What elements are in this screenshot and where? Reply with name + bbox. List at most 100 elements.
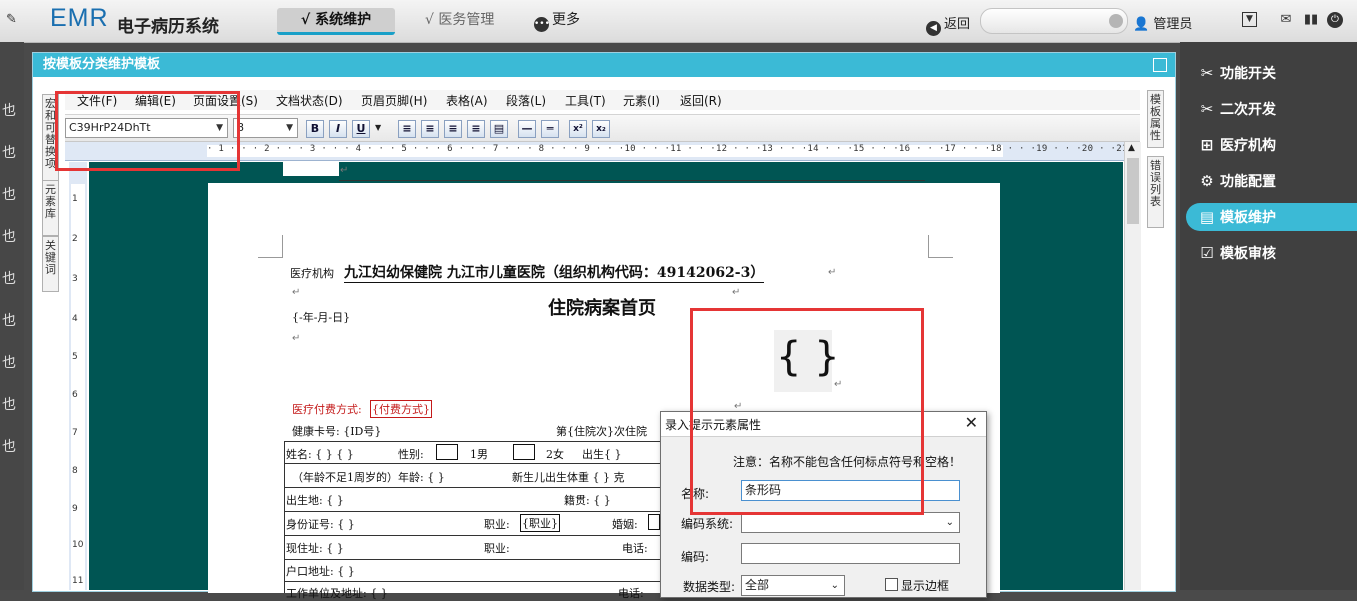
vertical-scrollbar[interactable]: ▲ [1124, 142, 1141, 590]
maximize-icon[interactable] [1153, 58, 1167, 72]
table-cell: 1男 [470, 448, 488, 461]
vruler-tick: 10 [72, 540, 84, 550]
table-cell[interactable]: 出生{ } [582, 446, 622, 462]
italic-button[interactable]: I [329, 120, 347, 138]
left-nav-char[interactable]: 也 [2, 184, 16, 204]
left-nav-char[interactable]: 也 [2, 226, 16, 246]
gender-field[interactable] [436, 444, 458, 460]
left-nav-char[interactable]: 也 [2, 310, 16, 330]
menu-paragraph[interactable]: 段落(L) [506, 92, 546, 109]
tab-element-library[interactable]: 元素库 [42, 180, 59, 236]
pin-icon[interactable]: ✎ [6, 12, 17, 27]
mail-icon[interactable]: ✉ [1278, 12, 1294, 28]
menu-tools[interactable]: 工具(T) [565, 92, 606, 109]
paragraph-mark: ↵ [292, 287, 301, 298]
paragraph-mark: ↵ [732, 287, 741, 298]
nav-template-maintenance[interactable]: ▤ 模板维护 [1186, 203, 1357, 231]
left-nav-char[interactable]: 也 [2, 436, 16, 456]
nav-feature-config[interactable]: ⚙ 功能配置 [1196, 167, 1276, 195]
table-cell[interactable]: 身份证号: { } [286, 516, 355, 532]
tab-template-properties[interactable]: 模板属性 [1147, 90, 1164, 148]
back-button[interactable]: ◀ 返回 [926, 13, 970, 36]
nav-medical-management[interactable]: √ 医务管理 [413, 8, 506, 32]
scroll-up-icon[interactable]: ▲ [1128, 143, 1135, 153]
top-search-input[interactable] [980, 8, 1128, 34]
menu-return[interactable]: 返回(R) [680, 92, 722, 109]
data-type-select[interactable]: 全部 ⌄ [741, 575, 845, 596]
date-field[interactable]: {-年-月-日} [292, 309, 350, 325]
scroll-thumb[interactable] [1127, 158, 1139, 224]
pay-method-field[interactable]: {付费方式} [370, 400, 432, 418]
menu-header-footer[interactable]: 页眉页脚(H) [361, 92, 427, 109]
vruler-tick: 3 [72, 274, 78, 284]
paragraph-spacing-icon[interactable]: ═ [541, 120, 559, 138]
left-collapsed-nav: 也 也 也 也 也 也 也 也 也 [0, 42, 24, 590]
menu-table[interactable]: 表格(A) [446, 92, 488, 109]
left-nav-char[interactable]: 也 [2, 268, 16, 288]
underline-options-icon[interactable]: ▼ [375, 123, 381, 132]
left-nav-char[interactable]: 也 [2, 352, 16, 372]
vertical-ruler[interactable]: 1 2 3 4 5 6 7 8 9 10 11 [69, 162, 87, 590]
subscript-button[interactable]: x₂ [592, 120, 610, 138]
bars-icon[interactable]: ▮▮ [1303, 12, 1319, 28]
bold-button[interactable]: B [306, 120, 324, 138]
nav-system-maintenance[interactable]: √ 系统维护 [277, 8, 395, 35]
vruler-tick: 5 [72, 352, 78, 362]
vruler-tick: 1 [72, 194, 78, 204]
align-justify-icon[interactable]: ≡ [467, 120, 485, 138]
tab-keywords[interactable]: 关键词 [42, 236, 59, 292]
health-card-field[interactable]: 健康卡号: {ID号} [292, 423, 381, 439]
nav-template-review[interactable]: ☑ 模板审核 [1196, 239, 1276, 267]
nav-more[interactable]: ••• 更多 [522, 8, 592, 32]
pay-method-label: 医疗付费方式: [292, 403, 362, 416]
tab-error-list[interactable]: 错误列表 [1147, 156, 1164, 228]
table-cell: 电话: [618, 587, 644, 600]
table-cell[interactable]: 籍贯: { } [564, 492, 611, 508]
table-cell[interactable]: 新生儿出生体重 { } 克 [512, 469, 625, 485]
align-right-icon[interactable]: ≡ [444, 120, 462, 138]
table-cell[interactable]: 户口地址: { } [286, 563, 355, 579]
vruler-tick: 4 [72, 314, 78, 324]
user-menu[interactable]: 👤 管理员 [1133, 13, 1192, 32]
occupation-field[interactable]: {职业} [520, 514, 560, 532]
table-cell[interactable]: 工作单位及地址: { } [286, 585, 388, 601]
gender-field[interactable] [513, 444, 535, 460]
left-nav-char[interactable]: 也 [2, 142, 16, 162]
table-cell[interactable]: 出生地: { } [286, 492, 344, 508]
table-cell[interactable]: 姓名: { } { } [286, 446, 354, 462]
superscript-button[interactable]: x² [569, 120, 587, 138]
line-spacing-icon[interactable]: — [518, 120, 536, 138]
power-icon[interactable]: ⏻ [1327, 12, 1343, 28]
org-name: 九江妇幼保健院 九江市儿童医院（组织机构代码：49142062-3） [344, 262, 765, 283]
table-cell[interactable]: 现住址: { } [286, 540, 344, 556]
highlight-box-barcode [690, 308, 924, 515]
chevron-down-icon: ▼ [286, 123, 293, 133]
margin-corner-mark [928, 235, 953, 258]
code-input[interactable] [741, 543, 960, 564]
vruler-tick: 9 [72, 504, 78, 514]
nav-medical-institution[interactable]: ⊞ 医疗机构 [1196, 131, 1276, 159]
underline-button[interactable]: U [352, 120, 370, 138]
font-size-select[interactable]: 8 ▼ [233, 118, 298, 138]
menu-element[interactable]: 元素(I) [623, 92, 660, 109]
show-border-label: 显示边框 [901, 579, 950, 593]
show-border-checkbox[interactable] [885, 578, 898, 591]
code-label: 编码: [681, 550, 710, 564]
table-cell[interactable]: （年龄不足1周岁的）年龄: { } [292, 469, 445, 485]
paragraph-mark: ↵ [828, 267, 837, 278]
menu-doc-state[interactable]: 文档状态(D) [276, 92, 343, 109]
code-system-select[interactable]: ⌄ [741, 512, 960, 533]
nav-secondary-dev[interactable]: ✂ 二次开发 [1196, 95, 1276, 123]
close-icon[interactable]: ✕ [965, 413, 978, 432]
table-cell: 性别: [398, 448, 424, 461]
align-left-icon[interactable]: ≡ [398, 120, 416, 138]
app-title: 电子病历系统 [117, 17, 219, 37]
left-nav-char[interactable]: 也 [2, 394, 16, 414]
visit-count-field[interactable]: 第{住院次}次住院 [556, 423, 647, 439]
left-nav-char[interactable]: 也 [2, 100, 16, 120]
nav-feature-toggle[interactable]: ✂ 功能开关 [1196, 59, 1276, 87]
align-center-icon[interactable]: ≡ [421, 120, 439, 138]
marital-field[interactable] [648, 514, 660, 530]
distribute-icon[interactable]: ▤ [490, 120, 508, 138]
dropdown-box-icon[interactable]: ▼ [1242, 12, 1257, 27]
